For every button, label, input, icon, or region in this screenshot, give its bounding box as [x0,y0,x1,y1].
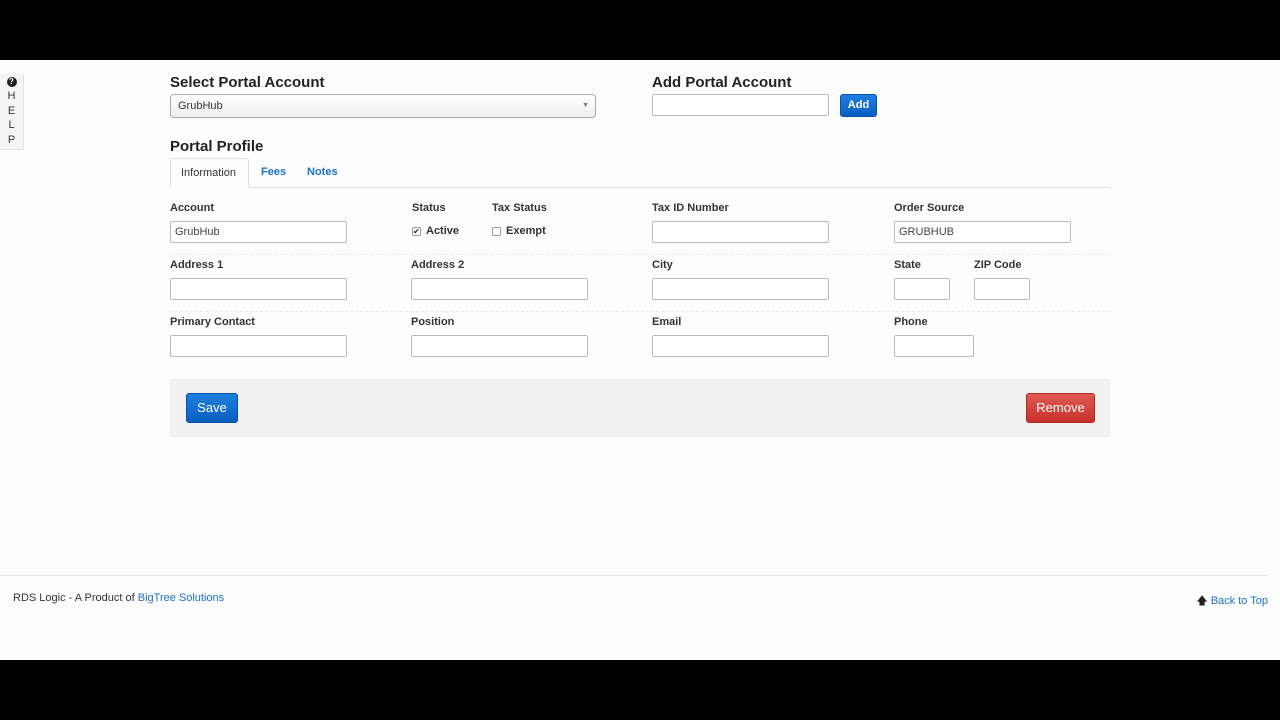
back-to-top-link[interactable]: 🡅 Back to Top [1196,592,1268,611]
tax-status-label: Tax Status [492,202,547,214]
tab-notes[interactable]: Notes [297,158,348,188]
help-letter: L [8,119,15,131]
row-divider [170,254,1110,255]
tab-information[interactable]: Information [170,158,249,188]
order-source-label: Order Source [894,202,965,214]
chevron-down-icon: ▼ [582,102,589,109]
select-portal-title: Select Portal Account [170,74,325,91]
account-label: Account [170,202,214,214]
position-label: Position [411,316,455,328]
phone-input[interactable] [894,335,974,357]
portal-account-select[interactable]: GrubHub ▼ [170,94,596,118]
city-label: City [652,259,673,271]
state-input[interactable] [894,278,950,300]
active-checkbox[interactable]: ✔ [412,227,421,236]
tax-id-input[interactable] [652,221,829,243]
email-label: Email [652,316,682,328]
position-input[interactable] [411,335,588,357]
address2-input[interactable] [411,278,588,300]
active-checkbox-label: Active [426,225,460,237]
address1-input[interactable] [170,278,347,300]
email-field[interactable] [652,335,829,357]
help-letter: P [7,133,16,146]
page: ? H E L P Select Portal Account GrubHub … [0,60,1280,660]
exempt-checkbox-label: Exempt [506,225,546,237]
zip-label: ZIP Code [974,259,1022,271]
add-portal-input[interactable] [652,94,829,116]
add-portal-button[interactable]: Add [840,94,877,117]
address1-label: Address 1 [170,259,224,271]
primary-contact-label: Primary Contact [170,316,255,328]
remove-button[interactable]: Remove [1026,393,1095,423]
save-button[interactable]: Save [186,393,238,423]
back-to-top-label: Back to Top [1210,595,1268,607]
address2-label: Address 2 [411,259,465,271]
status-label: Status [412,202,446,214]
arrow-up-icon: 🡅 [1196,595,1208,607]
footer-credit-text: RDS Logic - A Product of [13,592,138,604]
tax-id-label: Tax ID Number [652,202,729,214]
zip-input[interactable] [974,278,1030,300]
add-portal-title: Add Portal Account [652,74,792,91]
account-input[interactable] [170,221,347,243]
form-actions-bar [170,379,1110,437]
exempt-checkbox[interactable] [492,227,501,236]
row-divider [170,311,1110,312]
footer-credit: RDS Logic - A Product of BigTree Solutio… [13,592,224,604]
tab-fees[interactable]: Fees [251,158,296,188]
state-label: State [894,259,921,271]
primary-contact-input[interactable] [170,335,347,357]
phone-label: Phone [894,316,928,328]
question-circle-icon: ? [6,77,17,87]
help-letter: E [7,104,16,117]
city-input[interactable] [652,278,829,300]
help-tab[interactable]: ? H E L P [0,74,24,150]
portal-account-selected: GrubHub [178,100,223,112]
help-letter: H [7,90,16,102]
footer-divider [0,575,1268,576]
order-source-input[interactable] [894,221,1071,243]
bigtree-solutions-link[interactable]: BigTree Solutions [138,592,224,604]
portal-profile-title: Portal Profile [170,138,264,155]
